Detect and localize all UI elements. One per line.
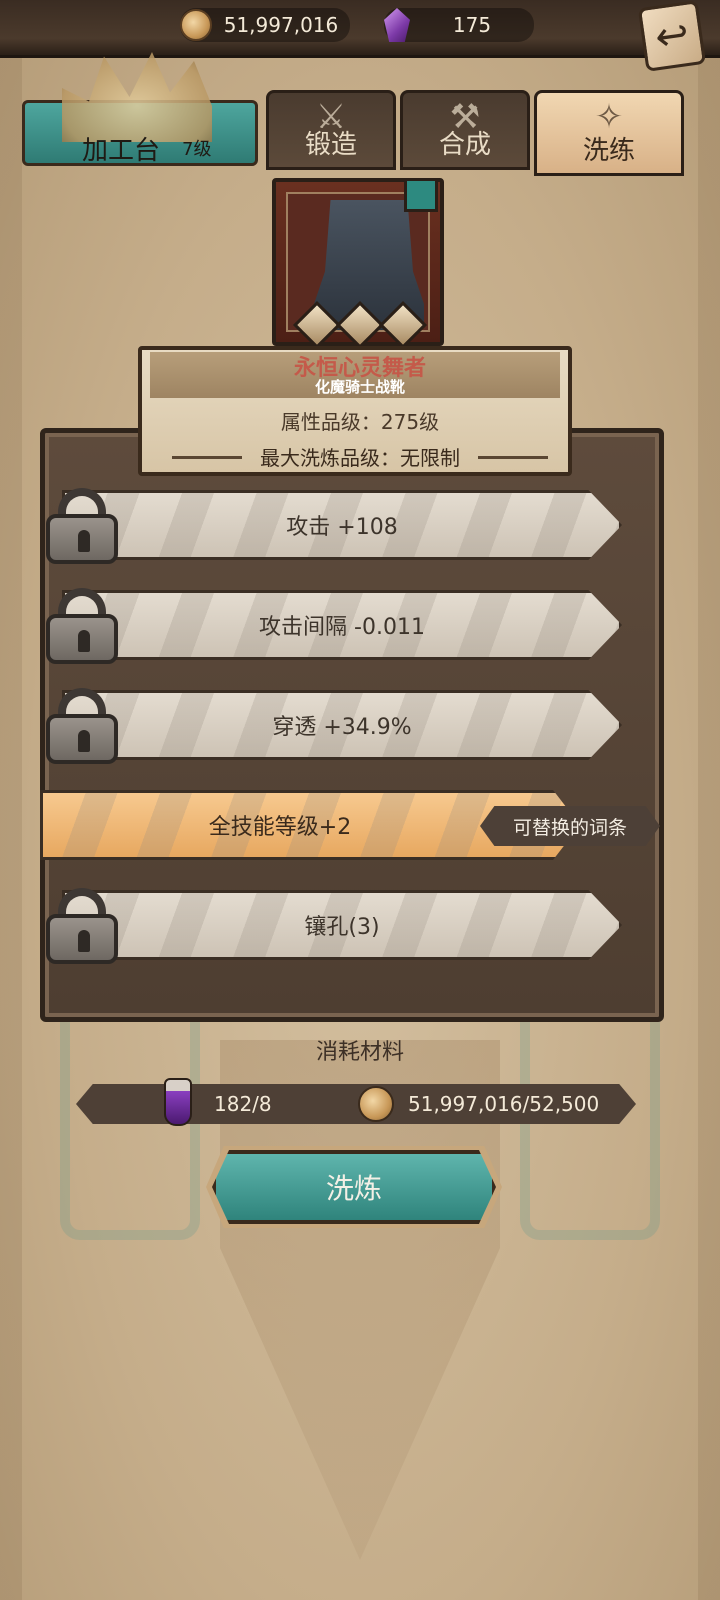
star-icon xyxy=(335,300,385,350)
workbench-level: 7级 xyxy=(182,139,212,160)
stat-row-penetration[interactable]: 穿透 +34.9% xyxy=(62,690,622,760)
purple-gem-icon xyxy=(384,8,410,42)
stat-row-sockets[interactable]: 镶孔(3) xyxy=(62,890,622,960)
item-subtitle: 化魔骑士战靴 xyxy=(314,378,405,396)
stat-label: 攻击 +108 xyxy=(286,515,398,540)
tab-reforge[interactable]: ✧ 洗练 xyxy=(534,90,684,176)
stat-label: 攻击间隔 -0.011 xyxy=(259,615,425,640)
gold-coin-icon xyxy=(180,9,212,41)
gold-amount: 51,997,016 xyxy=(223,13,339,37)
back-arrow-icon: ↩ xyxy=(652,10,692,62)
gold-counter: 51,997,016 xyxy=(180,8,350,42)
potion-count: 182/8 xyxy=(214,1092,272,1116)
star-icon xyxy=(292,300,342,350)
materials-title: 消耗材料 xyxy=(315,1040,404,1065)
gem-counter: 175 xyxy=(384,8,534,42)
lock-toggle-5[interactable] xyxy=(46,888,118,964)
gold-coin-icon xyxy=(358,1086,394,1122)
stat-row-attack-interval[interactable]: 攻击间隔 -0.011 xyxy=(62,590,622,660)
top-bar: 51,997,016 175 xyxy=(0,0,720,58)
lock-toggle-3[interactable] xyxy=(46,688,118,764)
back-button[interactable]: ↩ xyxy=(637,0,707,72)
workbench-label: 加工台 xyxy=(82,136,161,166)
tab-forge[interactable]: ⚔ 锻造 xyxy=(266,90,396,170)
gold-cost: 51,997,016/52,500 xyxy=(408,1092,600,1116)
stat-label: 穿透 +34.9% xyxy=(272,715,412,740)
stat-row-attack[interactable]: 攻击 +108 xyxy=(62,490,622,560)
attribute-level: 属性品级：275级 xyxy=(280,410,440,434)
tab-craft[interactable]: ⚒ 合成 xyxy=(400,90,530,170)
max-reforge-level: 最大洗炼品级：无限制 xyxy=(260,446,460,470)
sparkle-icon: ✧ xyxy=(594,97,624,137)
lock-toggle-1[interactable] xyxy=(46,488,118,564)
stat-label: 全技能等级+2 xyxy=(208,815,352,840)
potion-icon xyxy=(164,1078,192,1126)
anvil-icon: ⚒ xyxy=(449,97,481,137)
sword-icon: ⚔ xyxy=(315,97,347,137)
replaceable-tag: 可替换的词条 xyxy=(480,806,660,846)
reforge-button[interactable]: 洗炼 xyxy=(212,1150,496,1224)
quality-flag-icon xyxy=(404,178,438,212)
star-icon xyxy=(378,300,428,350)
item-stars xyxy=(292,300,428,350)
stat-label: 镶孔(3) xyxy=(304,915,380,940)
lock-toggle-2[interactable] xyxy=(46,588,118,664)
gem-amount: 175 xyxy=(452,13,492,37)
